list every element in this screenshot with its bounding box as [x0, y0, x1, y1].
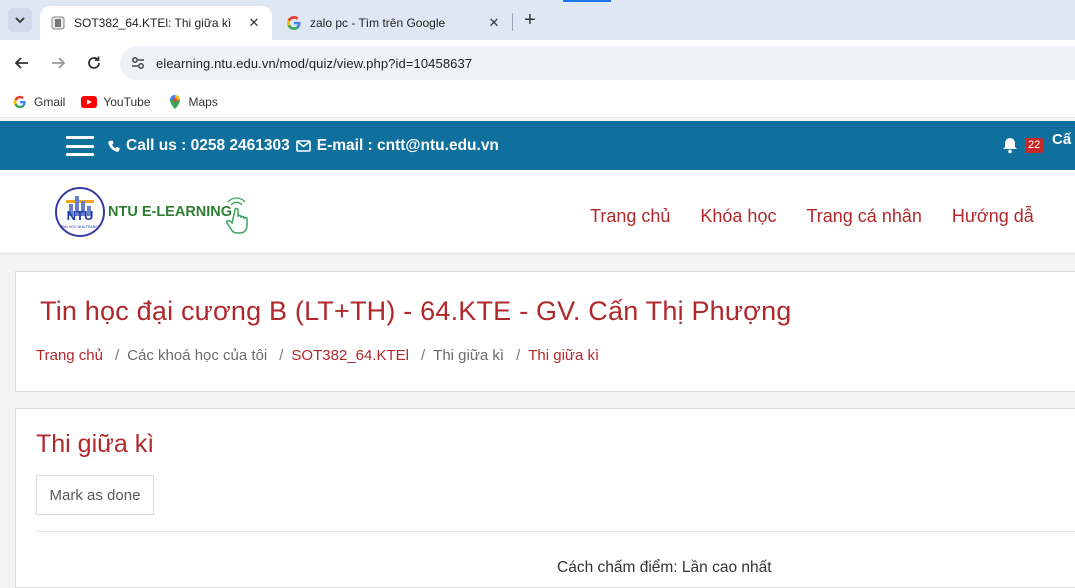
tab-inactive[interactable]: zalo pc - Tìm trên Google ✕: [276, 6, 512, 40]
tab-search-button[interactable]: [8, 8, 32, 32]
arrow-left-icon: [14, 57, 28, 69]
course-header-card: Tin học đại cương B (LT+TH) - 64.KTE - G…: [15, 271, 1075, 392]
close-icon[interactable]: ✕: [484, 13, 504, 33]
bookmark-youtube[interactable]: YouTube: [81, 94, 151, 110]
ntu-elearning-logo[interactable]: NTU ĐẠI HỌC NHA TRANG NTU E-LEARNING: [55, 186, 260, 242]
tab-active[interactable]: SOT382_64.KTEl: Thi giữa kì ✕: [40, 6, 272, 40]
breadcrumb-my-courses: Các khoá học của tôi: [127, 347, 268, 364]
site-settings-icon[interactable]: [120, 56, 156, 70]
nav-guide[interactable]: Hướng dẫ: [952, 206, 1034, 227]
breadcrumb-course[interactable]: SOT382_64.KTEl: [291, 347, 409, 364]
tabstrip-accent: [563, 0, 611, 2]
hamburger-line: [66, 144, 94, 148]
menu-toggle-button[interactable]: [66, 136, 94, 156]
forward-button[interactable]: [45, 50, 71, 76]
tab-title: SOT382_64.KTEl: Thi giữa kì: [74, 16, 232, 30]
new-tab-button[interactable]: +: [518, 8, 542, 32]
hamburger-line: [66, 153, 94, 156]
nav-home[interactable]: Trang chủ: [590, 206, 670, 227]
bell-icon[interactable]: [1001, 136, 1019, 154]
breadcrumb-quiz[interactable]: Thi giữa kì: [528, 347, 599, 364]
browser-toolbar: elearning.ntu.edu.vn/mod/quiz/view.php?i…: [0, 40, 1075, 86]
phone-icon: [108, 140, 120, 153]
site-header: NTU ĐẠI HỌC NHA TRANG NTU E-LEARNING Tra…: [0, 170, 1075, 254]
breadcrumb-separator: /: [279, 347, 284, 364]
moodle-favicon-icon: [50, 15, 66, 31]
tab-title: zalo pc - Tìm trên Google: [310, 16, 446, 30]
back-button[interactable]: [9, 50, 35, 76]
hamburger-line: [66, 136, 94, 139]
breadcrumb-separator: /: [516, 347, 521, 364]
nav-courses[interactable]: Khóa học: [700, 206, 776, 227]
breadcrumb: Trang chủ / Các khoá học của tôi / SOT38…: [36, 347, 599, 364]
browser-tab-strip: SOT382_64.KTEl: Thi giữa kì ✕ zalo pc - …: [0, 0, 1075, 40]
quiz-title: Thi giữa kì: [36, 430, 155, 458]
close-icon[interactable]: ✕: [244, 13, 264, 33]
address-bar[interactable]: elearning.ntu.edu.vn/mod/quiz/view.php?i…: [120, 46, 1075, 80]
bookmarks-bar: Gmail YouTube Maps: [0, 86, 1075, 118]
divider: [36, 531, 1075, 532]
arrow-right-icon: [52, 57, 66, 69]
logo-badge-text: NTU: [67, 208, 94, 223]
bookmark-label: YouTube: [103, 94, 151, 109]
call-us-text: Call us : 0258 2461303: [126, 137, 290, 154]
grading-method-text: Cách chấm điểm: Lần cao nhất: [557, 559, 772, 576]
page-title: Tin học đại cương B (LT+TH) - 64.KTE - G…: [40, 296, 792, 326]
user-menu[interactable]: Cấ: [1052, 131, 1071, 148]
breadcrumb-separator: /: [420, 347, 426, 364]
contact-info: Call us : 0258 2461303 E-mail : cntt@ntu…: [108, 137, 499, 155]
reload-button[interactable]: [81, 50, 107, 76]
quiz-card: Thi giữa kì Mark as done Cách chấm điểm:…: [15, 408, 1075, 588]
breadcrumb-separator: /: [114, 347, 120, 364]
reload-icon: [88, 56, 100, 69]
google-g-icon: [286, 15, 302, 31]
site-top-bar: Call us : 0258 2461303 E-mail : cntt@ntu…: [0, 121, 1075, 170]
bookmark-label: Gmail: [34, 94, 66, 109]
google-g-icon: [12, 94, 28, 110]
nav-profile[interactable]: Trang cá nhân: [806, 206, 921, 227]
maps-icon: [167, 94, 183, 110]
email-text: E-mail : cntt@ntu.edu.vn: [316, 137, 499, 154]
envelope-icon: [295, 140, 311, 152]
bookmark-label: Maps: [188, 94, 218, 109]
chevron-down-icon: [15, 17, 25, 24]
youtube-icon: [81, 94, 98, 110]
svg-text:ĐẠI HỌC NHA TRANG: ĐẠI HỌC NHA TRANG: [62, 225, 98, 229]
tab-separator: [512, 13, 513, 31]
notification-count-badge: 22: [1025, 138, 1044, 153]
logo-wordmark: NTU E-LEARNING: [108, 204, 232, 220]
mark-as-done-button[interactable]: Mark as done: [36, 475, 154, 515]
bookmark-gmail[interactable]: Gmail: [12, 94, 65, 110]
bookmark-maps[interactable]: Maps: [167, 94, 218, 110]
breadcrumb-home[interactable]: Trang chủ: [36, 347, 103, 364]
main-nav: Trang chủ Khóa học Trang cá nhân Hướng d…: [590, 206, 1064, 227]
breadcrumb-section: Thi giữa kì: [433, 347, 505, 364]
url-text: elearning.ntu.edu.vn/mod/quiz/view.php?i…: [156, 55, 473, 71]
